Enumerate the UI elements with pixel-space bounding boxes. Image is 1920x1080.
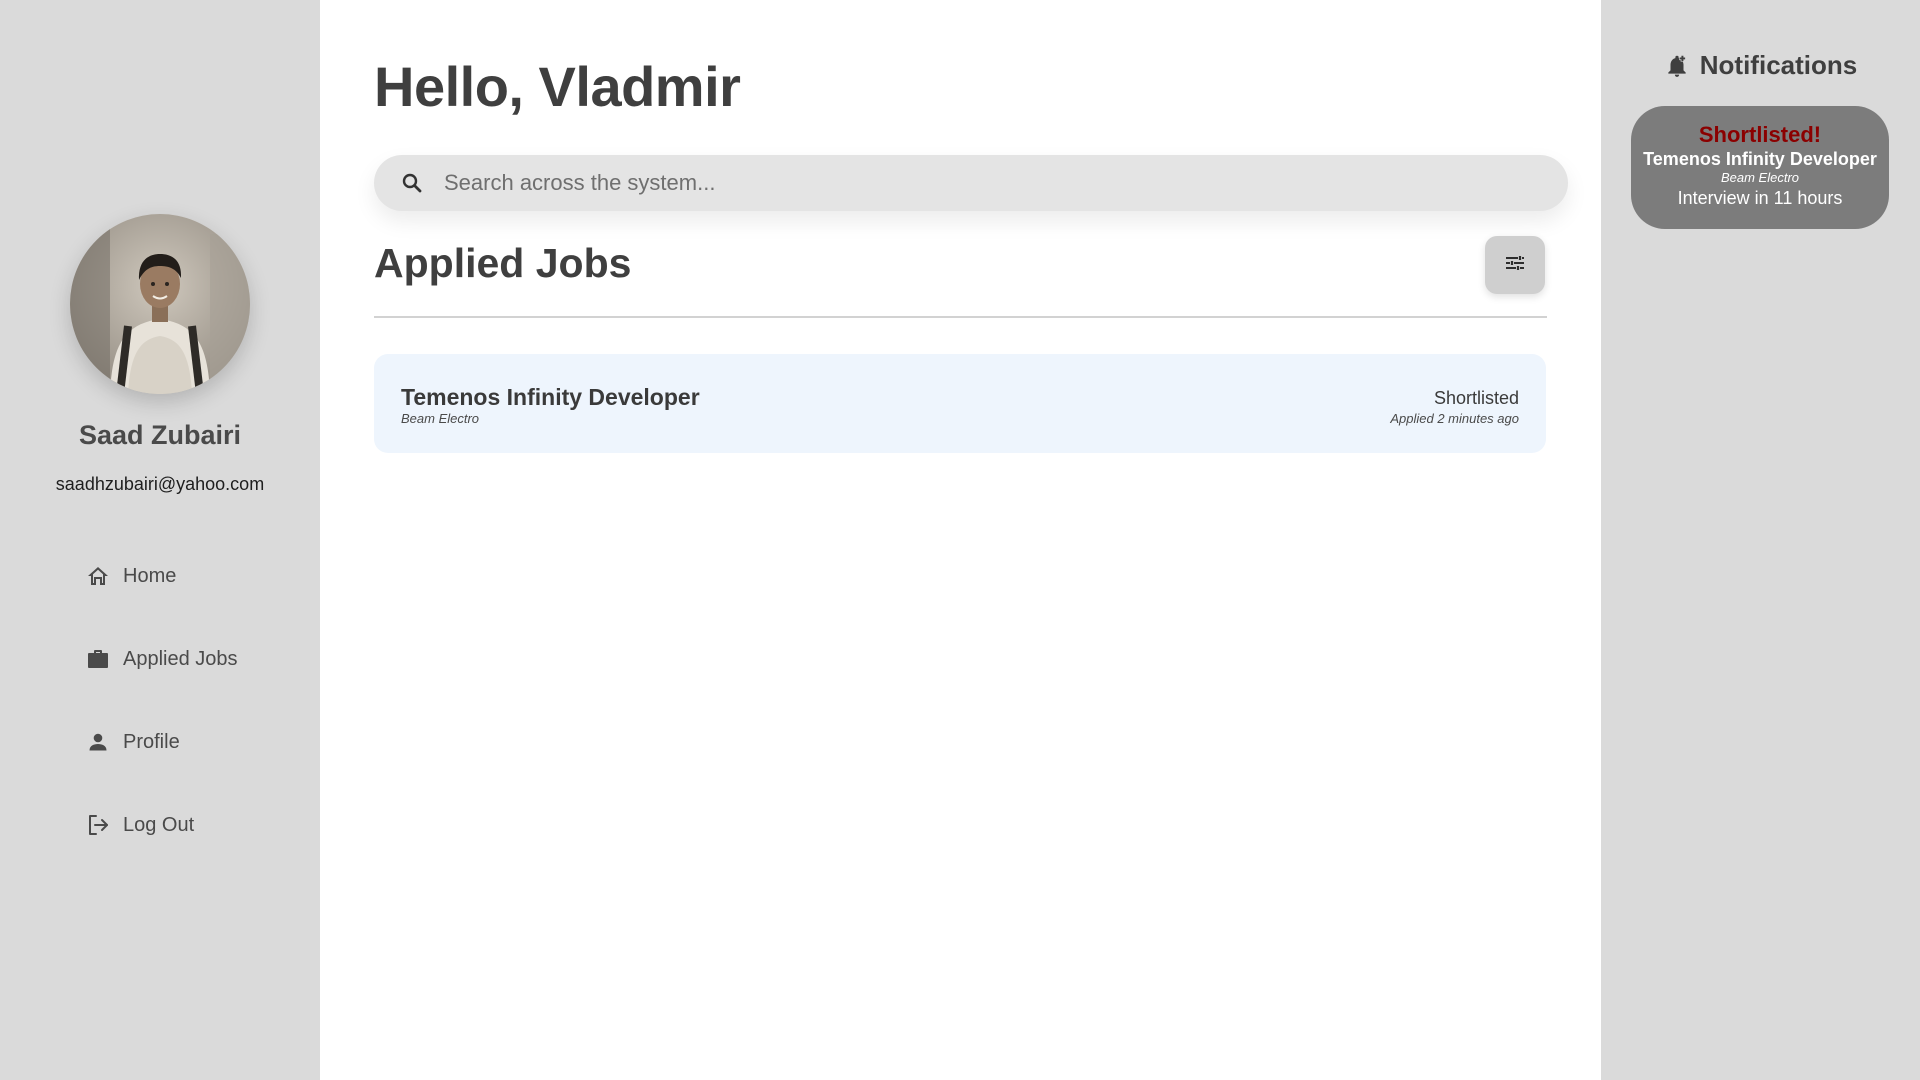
notification-company: Beam Electro xyxy=(1720,170,1800,185)
section-title: Applied Jobs xyxy=(374,240,632,286)
person-icon xyxy=(86,730,110,754)
logout-icon xyxy=(86,813,110,837)
home-icon xyxy=(86,564,110,588)
job-status: Shortlisted xyxy=(1433,388,1519,408)
search-input[interactable] xyxy=(444,170,1544,196)
notification-status: Shortlisted! xyxy=(1698,122,1822,147)
avatar-photo xyxy=(70,214,250,394)
main-content: Hello, Vladmir Applied Jobs Temenos Infi… xyxy=(320,0,1601,1080)
avatar[interactable] xyxy=(70,214,250,394)
sidebar-item-label: Home xyxy=(123,564,177,587)
sidebar-item-label: Applied Jobs xyxy=(123,647,238,670)
notification-card[interactable]: Shortlisted! Temenos Infinity Developer … xyxy=(1631,106,1889,229)
briefcase-icon xyxy=(86,647,110,671)
sidebar-item-applied-jobs[interactable]: Applied Jobs xyxy=(86,641,320,677)
job-card[interactable]: Temenos Infinity Developer Beam Electro … xyxy=(374,354,1546,453)
sidebar: Saad Zubairi saadhzubairi@yahoo.com Home… xyxy=(0,0,320,1080)
bell-add-icon xyxy=(1664,53,1690,79)
sidebar-item-profile[interactable]: Profile xyxy=(86,724,320,760)
job-applied-time: Applied 2 minutes ago xyxy=(1390,411,1519,426)
notifications-title: Notifications xyxy=(1699,50,1858,80)
user-name: Saad Zubairi xyxy=(78,420,242,450)
notifications-panel: Notifications Shortlisted! Temenos Infin… xyxy=(1601,0,1920,1080)
job-title: Temenos Infinity Developer xyxy=(401,384,700,410)
notification-detail: Interview in 11 hours xyxy=(1677,188,1843,208)
page-title: Hello, Vladmir xyxy=(374,55,741,118)
sidebar-nav: Home Applied Jobs Profile Log Out xyxy=(0,558,320,890)
filter-button[interactable] xyxy=(1485,236,1545,294)
search-icon[interactable] xyxy=(400,170,426,196)
sidebar-item-label: Profile xyxy=(123,730,180,753)
search-bar[interactable] xyxy=(374,155,1568,211)
notification-job-title: Temenos Infinity Developer xyxy=(1643,149,1877,169)
sidebar-item-home[interactable]: Home xyxy=(86,558,320,594)
tune-sliders-icon xyxy=(1503,251,1527,280)
sidebar-item-label: Log Out xyxy=(123,813,195,836)
divider xyxy=(374,316,1547,318)
app-root: Saad Zubairi saadhzubairi@yahoo.com Home… xyxy=(0,0,1920,1080)
sidebar-item-logout[interactable]: Log Out xyxy=(86,807,320,843)
user-email: saadhzubairi@yahoo.com xyxy=(55,474,265,494)
notifications-header: Notifications xyxy=(1601,50,1920,81)
job-company: Beam Electro xyxy=(401,411,480,426)
